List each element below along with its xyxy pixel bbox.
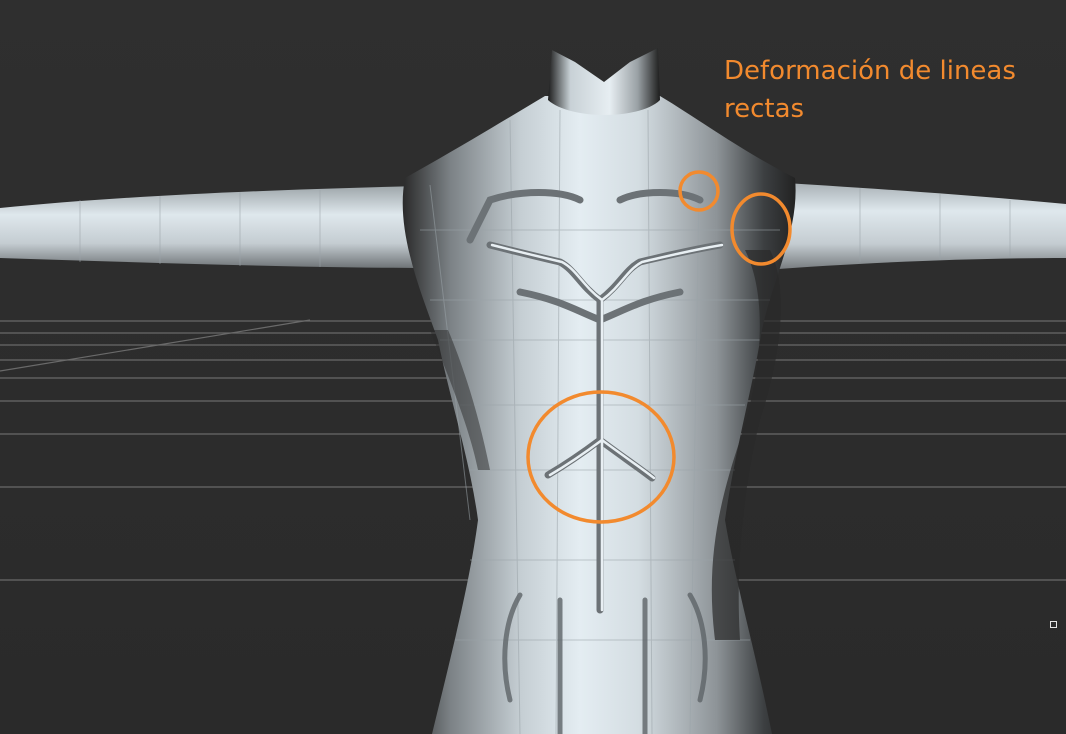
3d-viewport[interactable]: Deformación de lineas rectas xyxy=(0,0,1066,734)
left-arm[interactable] xyxy=(0,186,430,268)
neck-mesh[interactable] xyxy=(548,48,660,115)
viewport-resize-handle[interactable] xyxy=(1050,621,1057,628)
annotation-label: Deformación de lineas rectas xyxy=(724,56,1016,124)
